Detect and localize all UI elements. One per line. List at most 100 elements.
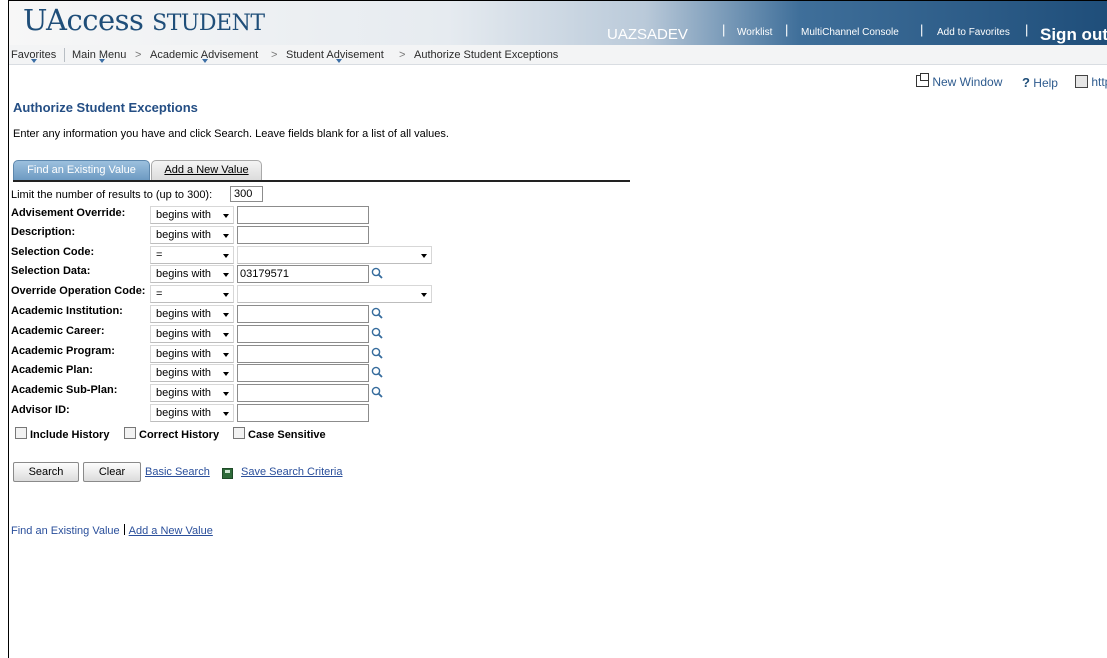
footer-divider — [123, 524, 125, 535]
chevron-down-icon — [223, 214, 229, 218]
chevron-down-icon — [31, 59, 37, 63]
academic-career-input[interactable] — [237, 325, 369, 343]
header-separator: | — [722, 22, 726, 37]
limit-results-input[interactable]: 300 — [230, 186, 263, 202]
add-to-favorites-link[interactable]: Add to Favorites — [937, 27, 1010, 38]
operator-select[interactable]: begins with — [150, 364, 234, 382]
operator-value: begins with — [156, 308, 212, 320]
help-label: Help — [1033, 76, 1058, 90]
field-label: Academic Career: — [11, 325, 105, 337]
operator-select[interactable]: = — [150, 246, 234, 264]
academic-sub-plan-input[interactable] — [237, 384, 369, 402]
checkbox-box[interactable] — [124, 427, 136, 439]
chevron-down-icon — [223, 372, 229, 376]
breadcrumb-separator: > — [271, 49, 278, 61]
academic-plan-input[interactable] — [237, 364, 369, 382]
checkbox-box[interactable] — [233, 427, 245, 439]
operator-select[interactable]: = — [150, 285, 234, 303]
search-icon[interactable] — [371, 307, 383, 319]
academic-institution-input[interactable] — [237, 305, 369, 323]
field-label: Description: — [11, 226, 76, 238]
chevron-down-icon — [336, 59, 342, 63]
new-window-icon — [916, 73, 929, 87]
window-border-left — [8, 0, 9, 658]
search-icon[interactable] — [371, 327, 383, 339]
description-input[interactable] — [237, 226, 369, 244]
help-link[interactable]: ? Help — [1022, 75, 1058, 90]
operator-select[interactable]: begins with — [150, 325, 234, 343]
field-label: Advisement Override: — [11, 207, 126, 219]
checkbox-box[interactable] — [15, 427, 27, 439]
limit-results-label: Limit the number of results to (up to 30… — [11, 189, 213, 201]
operator-select[interactable]: begins with — [150, 265, 234, 283]
operator-select[interactable]: begins with — [150, 305, 234, 323]
breadcrumb-divider — [64, 48, 65, 62]
new-window-label: New Window — [932, 75, 1003, 89]
operator-select[interactable]: begins with — [150, 345, 234, 363]
footer-add-new-value-link[interactable]: Add a New Value — [129, 525, 213, 537]
academic-program-input[interactable] — [237, 345, 369, 363]
search-button[interactable]: Search — [13, 462, 79, 482]
operator-value: = — [156, 288, 163, 300]
operator-value: begins with — [156, 268, 212, 280]
search-icon[interactable] — [371, 267, 383, 279]
tab-find-existing-value[interactable]: Find an Existing Value — [13, 160, 150, 180]
http-link[interactable]: http — [1075, 75, 1107, 89]
multichannel-console-link[interactable]: MultiChannel Console — [801, 27, 899, 38]
footer-find-existing-value[interactable]: Find an Existing Value — [11, 525, 120, 537]
environment-label: UAZSADEV — [607, 26, 688, 43]
chevron-down-icon — [223, 412, 229, 416]
http-label: http — [1091, 75, 1107, 89]
operator-select[interactable]: begins with — [150, 226, 234, 244]
correct-history-checkbox[interactable]: Correct History — [124, 427, 219, 441]
app-logo[interactable]: UAccess STUDENT — [23, 3, 265, 37]
breadcrumb-student-advisement[interactable]: Student Advisement — [286, 49, 384, 61]
operator-select[interactable]: begins with — [150, 384, 234, 402]
chevron-down-icon — [421, 293, 427, 297]
field-label: Academic Plan: — [11, 364, 93, 376]
clear-button[interactable]: Clear — [83, 462, 141, 482]
http-icon — [1075, 75, 1088, 88]
chevron-down-icon — [223, 254, 229, 258]
chevron-down-icon — [223, 392, 229, 396]
header-separator: | — [1025, 22, 1029, 37]
operator-select[interactable]: begins with — [150, 206, 234, 224]
page-instructions: Enter any information you have and click… — [13, 128, 449, 140]
tab-add-new-value-label: Add a New Value — [164, 164, 249, 176]
field-label: Academic Institution: — [11, 305, 123, 317]
chevron-down-icon — [99, 59, 105, 63]
app-header: UAccess STUDENT UAZSADEV | Worklist | Mu… — [9, 1, 1107, 65]
worklist-link[interactable]: Worklist — [737, 27, 772, 38]
checkbox-label: Include History — [30, 429, 110, 441]
field-label: Academic Program: — [11, 345, 115, 357]
basic-search-link[interactable]: Basic Search — [145, 466, 210, 478]
new-window-link[interactable]: New Window — [916, 73, 1003, 89]
help-icon: ? — [1022, 75, 1030, 90]
case-sensitive-checkbox[interactable]: Case Sensitive — [233, 427, 326, 441]
selection-code-select[interactable] — [237, 246, 432, 264]
checkbox-label: Correct History — [139, 429, 220, 441]
operator-value: begins with — [156, 209, 212, 221]
chevron-down-icon — [223, 333, 229, 337]
breadcrumb: Favorites Main Menu > Academic Advisemen… — [9, 45, 1107, 65]
advisement-override-input[interactable] — [237, 206, 369, 224]
chevron-down-icon — [223, 293, 229, 297]
chevron-down-icon — [223, 313, 229, 317]
search-icon[interactable] — [371, 347, 383, 359]
include-history-checkbox[interactable]: Include History — [15, 427, 109, 441]
sign-out-link[interactable]: Sign out — [1040, 25, 1107, 45]
operator-select[interactable]: begins with — [150, 404, 234, 422]
operator-value: begins with — [156, 367, 212, 379]
search-icon[interactable] — [371, 386, 383, 398]
breadcrumb-current[interactable]: Authorize Student Exceptions — [414, 49, 558, 61]
tab-add-new-value[interactable]: Add a New Value — [151, 160, 262, 180]
operator-value: = — [156, 249, 163, 261]
chevron-down-icon — [223, 234, 229, 238]
override-operation-code-select[interactable] — [237, 285, 432, 303]
breadcrumb-separator: > — [135, 49, 142, 61]
search-icon[interactable] — [371, 366, 383, 378]
save-search-criteria-link[interactable]: Save Search Criteria — [241, 466, 343, 478]
advisor-id-input[interactable] — [237, 404, 369, 422]
field-label: Selection Data: — [11, 265, 91, 277]
selection-data-input[interactable]: 03179571 — [237, 265, 369, 283]
